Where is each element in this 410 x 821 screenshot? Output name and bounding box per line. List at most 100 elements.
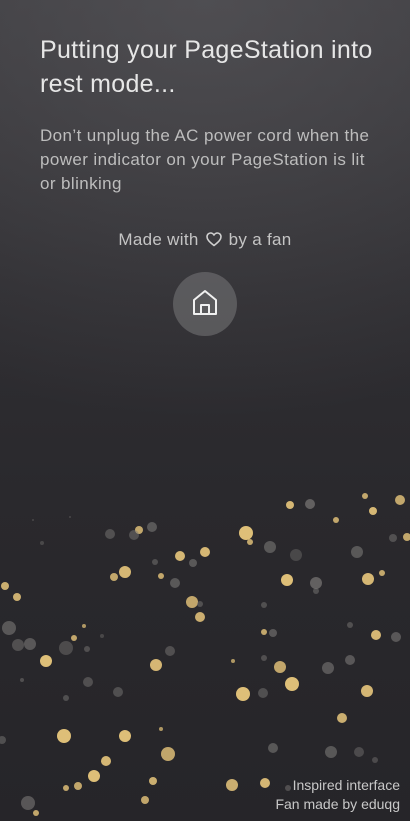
particle-dot	[84, 646, 90, 652]
particle-dot	[170, 578, 180, 588]
particle-field	[0, 493, 410, 816]
particle-dot	[391, 632, 401, 642]
particle-dot	[305, 499, 315, 509]
particle-dot	[347, 622, 353, 628]
home-icon	[190, 287, 220, 322]
particle-dot	[322, 662, 334, 674]
particle-dot	[32, 519, 34, 521]
particle-dot	[189, 559, 197, 567]
particle-dot	[403, 533, 410, 541]
particle-dot	[261, 629, 267, 635]
particle-dot	[119, 730, 131, 742]
particle-dot	[110, 573, 118, 581]
particle-dot	[389, 534, 397, 542]
particle-dot	[129, 530, 139, 540]
particle-dot	[369, 507, 377, 515]
particle-dot	[264, 541, 276, 553]
particle-dot	[82, 624, 86, 628]
particle-dot	[57, 729, 71, 743]
particle-dot	[260, 778, 270, 788]
particle-dot	[362, 493, 368, 499]
particle-dot	[372, 757, 378, 763]
particle-dot	[195, 612, 205, 622]
particle-dot	[231, 659, 235, 663]
credits: Inspired interface Fan made by eduqg	[275, 776, 400, 814]
particle-dot	[269, 629, 277, 637]
particle-dot	[40, 541, 44, 545]
heart-icon	[205, 230, 222, 254]
particle-dot	[290, 549, 302, 561]
made-with-suffix: by a fan	[228, 230, 292, 249]
particle-dot	[175, 551, 185, 561]
particle-dot	[261, 602, 267, 608]
particle-dot	[149, 777, 157, 785]
particle-dot	[186, 596, 198, 608]
particle-dot	[141, 796, 149, 804]
rest-mode-screen: Putting your PageStation into rest mode.…	[0, 0, 410, 821]
particle-dot	[261, 655, 267, 661]
particle-dot	[161, 747, 175, 761]
particle-dot	[165, 646, 175, 656]
particle-dot	[88, 770, 100, 782]
particle-dot	[361, 685, 373, 697]
particle-dot	[147, 522, 157, 532]
particle-dot	[268, 743, 278, 753]
particle-dot	[345, 655, 355, 665]
particle-dot	[379, 570, 385, 576]
particle-dot	[239, 526, 253, 540]
particle-dot	[119, 566, 131, 578]
page-title: Putting your PageStation into rest mode.…	[40, 36, 373, 98]
warning-message: Don’t unplug the AC power cord when the …	[40, 126, 370, 193]
particle-dot	[71, 635, 77, 641]
particle-dot	[236, 687, 250, 701]
particle-dot	[371, 630, 381, 640]
particle-dot	[101, 756, 111, 766]
particle-dot	[286, 501, 294, 509]
particle-dot	[285, 677, 299, 691]
particle-dot	[351, 546, 363, 558]
made-with-prefix: Made with	[118, 230, 199, 249]
particle-dot	[310, 577, 322, 589]
particle-dot	[74, 782, 82, 790]
particle-dot	[21, 796, 35, 810]
particle-dot	[100, 634, 104, 638]
particle-dot	[83, 677, 93, 687]
credits-author: Fan made by eduqg	[275, 796, 400, 812]
particle-dot	[59, 641, 73, 655]
particle-dot	[159, 727, 163, 731]
particle-dot	[313, 588, 319, 594]
particle-dot	[200, 547, 210, 557]
particle-dot	[63, 695, 69, 701]
particle-dot	[274, 661, 286, 673]
particle-dot	[24, 638, 36, 650]
particle-dot	[12, 639, 24, 651]
particle-dot	[337, 713, 347, 723]
particle-dot	[152, 559, 158, 565]
particle-dot	[69, 516, 71, 518]
particle-dot	[105, 529, 115, 539]
particle-dot	[13, 593, 21, 601]
particle-dot	[0, 736, 6, 744]
particle-dot	[20, 678, 24, 682]
particle-dot	[1, 582, 9, 590]
made-with-line: Made with by a fan	[0, 228, 410, 254]
particle-dot	[40, 655, 52, 667]
particle-dot	[395, 495, 405, 505]
credits-inspired: Inspired interface	[292, 777, 400, 793]
particle-dot	[362, 573, 374, 585]
particle-dot	[33, 810, 39, 816]
particle-dot	[281, 574, 293, 586]
particle-dot	[158, 573, 164, 579]
particle-dot	[2, 621, 16, 635]
particle-dot	[258, 688, 268, 698]
particle-dot	[247, 539, 253, 545]
home-button[interactable]	[173, 272, 237, 336]
particle-dot	[226, 779, 238, 791]
particle-dot	[354, 747, 364, 757]
particle-dot	[333, 517, 339, 523]
particle-dot	[63, 785, 69, 791]
particle-dot	[113, 687, 123, 697]
particle-dot	[150, 659, 162, 671]
particle-dot	[325, 746, 337, 758]
particle-dot	[197, 601, 203, 607]
